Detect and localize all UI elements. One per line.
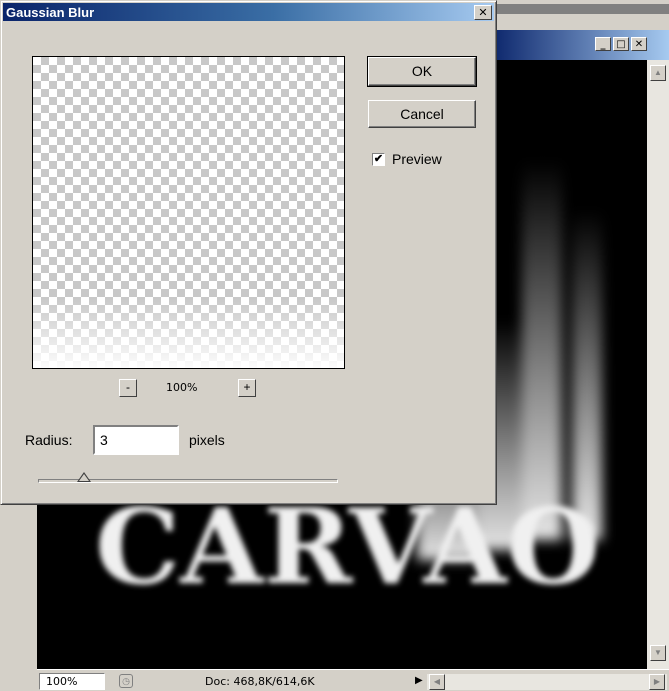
radius-input[interactable]: 3: [93, 425, 179, 455]
preview-label: Preview: [392, 151, 442, 167]
horizontal-scrollbar[interactable]: ◀ ▶: [427, 674, 667, 690]
zoom-out-button[interactable]: -: [119, 379, 137, 397]
gaussian-blur-dialog: Gaussian Blur ✕ OK Cancel ✔ Preview - 10…: [0, 0, 497, 505]
cancel-button[interactable]: Cancel: [368, 100, 476, 128]
preview-checkbox[interactable]: ✔: [372, 153, 385, 166]
maximize-button[interactable]: □: [613, 37, 629, 51]
dialog-titlebar[interactable]: Gaussian Blur ✕: [3, 3, 494, 21]
status-menu-arrow-icon[interactable]: ▶: [415, 674, 427, 688]
radius-label: Radius:: [25, 432, 73, 448]
vertical-scrollbar[interactable]: ▲ ▼: [647, 60, 669, 669]
scroll-left-arrow-icon[interactable]: ◀: [429, 674, 445, 690]
ok-button[interactable]: OK: [367, 56, 477, 87]
status-bar: 100% ◷ Doc: 468,8K/614,6K ▶ ◀ ▶: [37, 669, 669, 691]
status-info-icon[interactable]: ◷: [119, 674, 133, 688]
dialog-close-icon[interactable]: ✕: [474, 5, 492, 20]
preview-glow: [33, 298, 344, 368]
scroll-right-arrow-icon[interactable]: ▶: [649, 674, 665, 690]
zoom-in-button[interactable]: +: [238, 379, 256, 397]
scroll-down-arrow-icon[interactable]: ▼: [650, 645, 666, 661]
document-titlebar-edge: [490, 4, 669, 14]
scroll-up-arrow-icon[interactable]: ▲: [650, 65, 666, 81]
filter-preview[interactable]: [32, 56, 345, 369]
doc-size: Doc: 468,8K/614,6K: [205, 675, 315, 688]
close-window-button[interactable]: ✕: [631, 37, 647, 51]
zoom-field[interactable]: 100%: [39, 673, 105, 690]
preview-zoom-level: 100%: [166, 381, 198, 394]
minimize-button[interactable]: _: [595, 37, 611, 51]
dialog-title: Gaussian Blur: [6, 5, 95, 20]
radius-slider-thumb-inner: [79, 474, 89, 481]
radius-unit-label: pixels: [189, 432, 225, 448]
